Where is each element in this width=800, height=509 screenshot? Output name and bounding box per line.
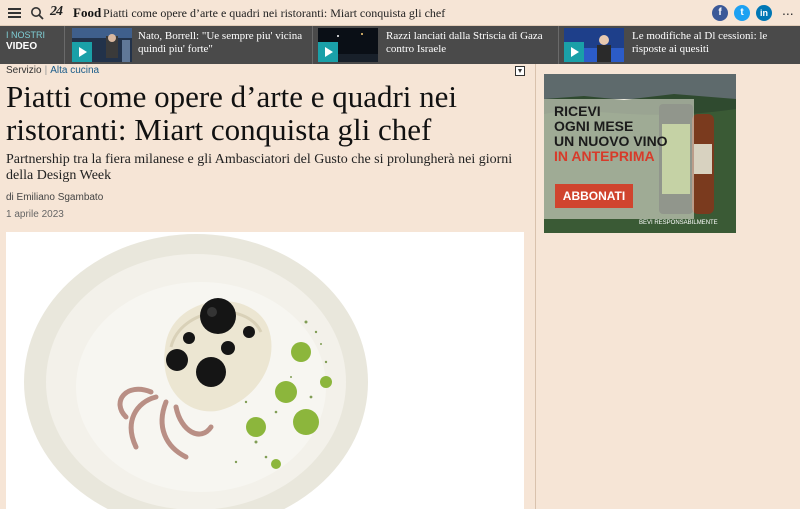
sidebar-ad[interactable]: RICEVI OGNI MESE UN NUOVO VINO IN ANTEPR… [544,74,736,233]
video-thumbnail[interactable] [318,28,378,62]
ad-headline: RICEVI OGNI MESE UN NUOVO VINO IN ANTEPR… [554,104,668,164]
video-thumbnail[interactable] [72,28,132,62]
video-title[interactable]: Nato, Borrell: "Ue sempre piu' vicina qu… [138,30,308,56]
linkedin-icon[interactable]: in [756,5,772,21]
video-strip: I NOSTRI VIDEO Nato, Borrell: "Ue sempre… [0,26,800,64]
ad-line2: OGNI MESE [554,118,634,134]
ad-disclaimer: BEVI RESPONSABILMENTE [639,220,718,226]
video-strip-label[interactable]: I NOSTRI VIDEO [6,30,45,52]
ad-line3: UN NUOVO VINO [554,133,668,149]
breadcrumb: Servizio | Alta cucina [6,65,99,76]
video-item[interactable]: Razzi lanciati dalla Striscia di Gaza co… [318,28,558,62]
article-type: Servizio [6,65,42,76]
video-thumbnail[interactable] [564,28,624,62]
video-title[interactable]: Razzi lanciati dalla Striscia di Gaza co… [386,30,556,56]
hero-image [6,232,524,509]
article-title: Piatti come opere d’arte e quadri nei ri… [6,79,458,147]
video-label-line2: VIDEO [6,41,38,52]
column-divider [535,64,536,509]
subscribe-button[interactable]: ABBONATI [555,184,633,208]
divider [64,26,65,64]
site-logo[interactable]: 24 [50,4,63,20]
play-icon[interactable] [564,42,584,62]
video-item[interactable]: Nato, Borrell: "Ue sempre piu' vicina qu… [72,28,312,62]
divider [558,26,559,64]
ad-line4: IN ANTEPRIMA [554,148,655,164]
search-icon[interactable] [30,6,44,20]
dish-illustration [6,232,524,509]
article-author[interactable]: di Emiliano Sgambato [6,192,103,203]
video-title[interactable]: Le modifiche al Dl cessioni: le risposte… [632,30,792,56]
play-icon[interactable] [72,42,92,62]
category-link[interactable]: Alta cucina [50,65,99,76]
play-icon[interactable] [318,42,338,62]
menu-icon[interactable] [8,8,21,18]
section-label[interactable]: Food [73,5,101,21]
divider [312,26,313,64]
facebook-icon[interactable]: f [712,5,728,21]
breadcrumb-separator: | [44,65,48,76]
bookmark-icon[interactable] [515,66,525,76]
sticky-headline: Piatti come opere d’arte e quadri nei ri… [103,6,446,20]
twitter-icon[interactable]: t [734,5,750,21]
top-bar: 24 Food Piatti come opere d’arte e quadr… [0,0,800,26]
article-date: 1 aprile 2023 [6,209,64,220]
video-label-line1: I NOSTRI [6,30,46,40]
video-item[interactable]: Le modifiche al Dl cessioni: le risposte… [564,28,796,62]
ad-line1: RICEVI [554,103,601,119]
more-icon[interactable]: ... [782,2,794,18]
article-subtitle: Partnership tra la fiera milanese e gli … [6,152,513,183]
